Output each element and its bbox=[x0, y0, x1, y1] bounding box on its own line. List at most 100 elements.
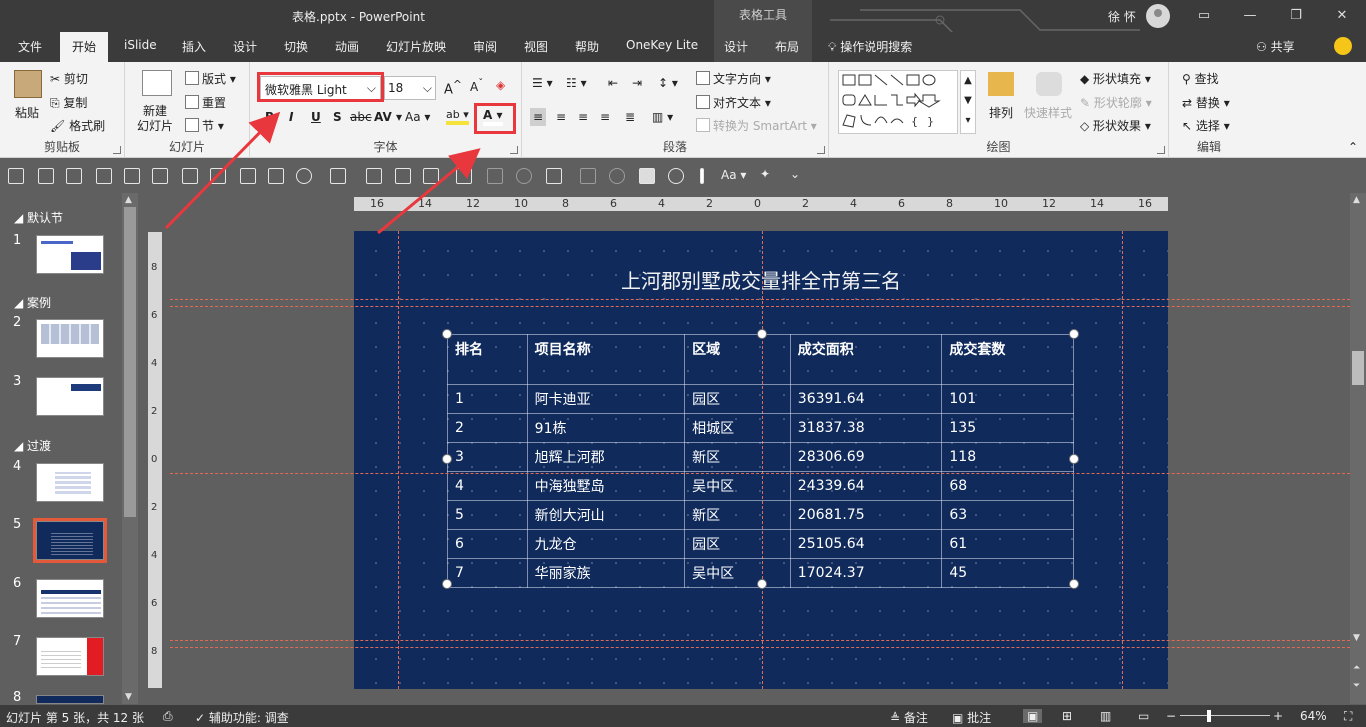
cell-units[interactable]: 63 bbox=[941, 500, 1074, 530]
circle-outline-icon[interactable] bbox=[609, 168, 625, 184]
font-size-select[interactable]: 18 ⌵ bbox=[384, 76, 436, 100]
fragment-icon[interactable] bbox=[330, 168, 346, 184]
section-transition[interactable]: ◢ 过渡 bbox=[14, 437, 51, 454]
cell-project[interactable]: 中海独墅岛 bbox=[526, 471, 686, 501]
slide-counter[interactable]: 幻灯片 第 5 张，共 12 张 bbox=[6, 709, 144, 726]
ribbon-display-icon[interactable]: ▭ bbox=[1194, 6, 1214, 26]
slide-thumbnail-3[interactable] bbox=[36, 377, 104, 416]
normal-view-icon[interactable]: ▣ bbox=[1023, 709, 1043, 723]
new-slide-button[interactable]: 新建 幻灯片 bbox=[137, 104, 173, 134]
slide-title[interactable]: 上河郡别墅成交量排全市第三名 bbox=[354, 265, 1168, 294]
avatar[interactable] bbox=[1146, 4, 1170, 28]
columns-button[interactable]: ▥ ▾ bbox=[652, 110, 673, 124]
shape-outline-button[interactable]: ✎ 形状轮廓 ▾ bbox=[1080, 94, 1152, 111]
notes-button[interactable]: ≜ 备注 bbox=[890, 709, 928, 726]
ellipse-icon[interactable] bbox=[668, 168, 684, 184]
guide-horizontal[interactable] bbox=[170, 473, 1350, 474]
cell-units[interactable]: 61 bbox=[941, 529, 1074, 559]
cell-district[interactable]: 吴中区 bbox=[684, 471, 791, 501]
section-button[interactable]: 节 ▾ bbox=[185, 117, 224, 134]
horizontal-ruler[interactable]: 16 14 12 10 8 6 4 2 0 2 4 6 8 10 12 14 16 bbox=[354, 197, 1168, 211]
cell-project[interactable]: 新创大河山 bbox=[526, 500, 686, 530]
share-button[interactable]: ⚇ 共享 bbox=[1256, 38, 1295, 55]
shadow-icon[interactable] bbox=[639, 168, 655, 184]
grow-font-icon[interactable]: A^ bbox=[444, 78, 462, 97]
cell-units[interactable]: 101 bbox=[941, 384, 1074, 414]
section-cases[interactable]: ◢ 案例 bbox=[14, 294, 51, 311]
cell-rank[interactable]: 5 bbox=[447, 500, 528, 530]
group-icon[interactable] bbox=[96, 168, 112, 184]
bullets-button[interactable]: ☰ ▾ bbox=[532, 76, 553, 90]
cell-district[interactable]: 新区 bbox=[684, 500, 791, 530]
resize-handle[interactable] bbox=[442, 454, 452, 464]
format-painter-button[interactable]: 🖌︎ 格式刷 bbox=[50, 117, 105, 134]
merge-icon[interactable] bbox=[268, 168, 284, 184]
copy-object-icon[interactable] bbox=[124, 168, 140, 184]
aa-menu-icon[interactable]: Aa ▾ bbox=[721, 168, 746, 182]
customize-qat-icon[interactable]: ⌄ bbox=[790, 167, 800, 181]
zoom-out-icon[interactable]: − bbox=[1166, 709, 1176, 723]
save-icon[interactable] bbox=[8, 168, 24, 184]
scroll-down-icon[interactable]: ▼ bbox=[1353, 633, 1360, 643]
guide-horizontal[interactable] bbox=[170, 299, 1350, 300]
change-case-button[interactable]: Aa ▾ bbox=[405, 110, 430, 124]
format-icon[interactable] bbox=[66, 168, 82, 184]
highlight-color-button[interactable]: ab ▾ bbox=[446, 108, 469, 125]
prev-slide-icon[interactable]: ⏶ bbox=[1353, 663, 1360, 673]
magic-wand-icon[interactable]: ✦ bbox=[760, 167, 770, 181]
resize-handle[interactable] bbox=[442, 579, 452, 589]
layout-button[interactable]: 版式 ▾ bbox=[185, 70, 236, 87]
clipboard-launcher-icon[interactable] bbox=[113, 146, 121, 154]
find-button[interactable]: ⚲ 查找 bbox=[1182, 70, 1219, 87]
cell-district[interactable]: 园区 bbox=[684, 384, 791, 414]
slide-thumbnail-8[interactable] bbox=[36, 695, 104, 704]
circle-disabled-icon[interactable] bbox=[516, 168, 532, 184]
justify-button[interactable]: ≡ bbox=[600, 110, 610, 124]
union-icon[interactable] bbox=[296, 168, 312, 184]
cell-area[interactable]: 28306.69 bbox=[789, 442, 943, 472]
spellcheck-icon[interactable]: ⎙ bbox=[163, 709, 173, 724]
smartart-button[interactable]: 转换为 SmartArt ▾ bbox=[696, 117, 817, 134]
tab-view[interactable]: 视图 bbox=[524, 38, 548, 55]
decrease-indent-button[interactable]: ⇤ bbox=[608, 76, 618, 90]
cell-area[interactable]: 20681.75 bbox=[789, 500, 943, 530]
cell-district[interactable]: 吴中区 bbox=[684, 558, 791, 588]
comments-button[interactable]: ▣ 批注 bbox=[952, 709, 991, 726]
zoom-in-icon[interactable]: + bbox=[1273, 709, 1283, 723]
align-center-button[interactable]: ≡ bbox=[556, 110, 566, 124]
cell-rank[interactable]: 7 bbox=[447, 558, 528, 588]
cell-project[interactable]: 旭辉上河郡 bbox=[526, 442, 686, 472]
resize-handle[interactable] bbox=[442, 329, 452, 339]
scroll-up-icon[interactable]: ▲ bbox=[1353, 195, 1360, 205]
cell-area[interactable]: 24339.64 bbox=[789, 471, 943, 501]
restore-icon[interactable]: ❐ bbox=[1286, 6, 1306, 26]
fit-slide-icon[interactable]: ⛶ bbox=[1344, 709, 1352, 724]
cell-units[interactable]: 45 bbox=[941, 558, 1074, 588]
section-default[interactable]: ◢ 默认节 bbox=[14, 209, 63, 226]
underline-button[interactable]: U bbox=[311, 110, 321, 124]
font-launcher-icon[interactable] bbox=[510, 146, 518, 154]
increase-indent-button[interactable]: ⇥ bbox=[632, 76, 642, 90]
tab-slideshow[interactable]: 幻灯片放映 bbox=[386, 38, 446, 55]
guide-horizontal[interactable] bbox=[170, 306, 1350, 307]
zoom-slider-thumb[interactable] bbox=[1207, 710, 1211, 722]
cell-district[interactable]: 新区 bbox=[684, 442, 791, 472]
vertical-ruler[interactable]: 8 6 4 2 0 2 4 6 8 bbox=[148, 232, 162, 688]
guide-horizontal[interactable] bbox=[170, 647, 1350, 648]
thumbnail-scrollbar[interactable]: ▲ ▼ bbox=[122, 193, 138, 704]
data-table[interactable]: 排名 项目名称 区域 成交面积 成交套数 1 阿卡迪亚 园区 36391.64 101 2… bbox=[447, 334, 1074, 588]
resize-handle[interactable] bbox=[1069, 454, 1079, 464]
drawing-launcher-icon[interactable] bbox=[1157, 146, 1165, 154]
layers-icon[interactable] bbox=[423, 168, 439, 184]
cell-area[interactable]: 36391.64 bbox=[789, 384, 943, 414]
textbox-icon[interactable] bbox=[366, 168, 382, 184]
shapes-gallery[interactable]: {} bbox=[838, 70, 958, 134]
align-left-object-icon[interactable] bbox=[546, 168, 562, 184]
slide-thumbnail-2[interactable] bbox=[36, 319, 104, 358]
slide-icon[interactable] bbox=[395, 168, 411, 184]
header-units[interactable]: 成交套数 bbox=[941, 334, 1074, 385]
tab-file[interactable]: 文件 bbox=[18, 38, 42, 55]
arrange-button[interactable]: 排列 bbox=[989, 104, 1013, 121]
align-text-button[interactable]: 对齐文本 ▾ bbox=[696, 94, 771, 111]
distribute-button[interactable]: ≣ bbox=[625, 110, 635, 124]
